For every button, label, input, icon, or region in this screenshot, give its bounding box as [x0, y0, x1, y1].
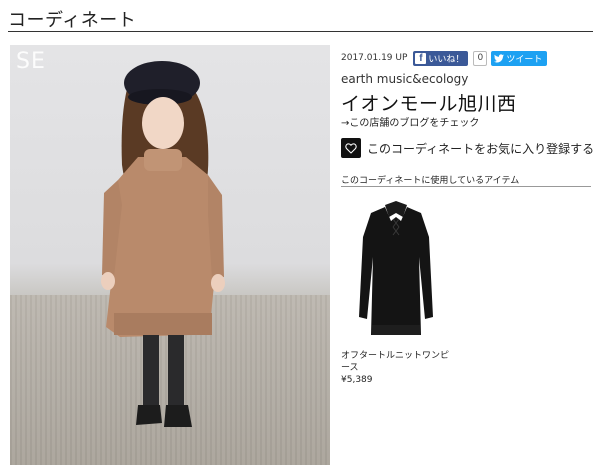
items-divider: [341, 186, 591, 187]
brand-name[interactable]: earth music&ecology: [341, 72, 468, 86]
favorite-label[interactable]: このコーディネートをお気に入り登録する: [367, 140, 594, 157]
item-card[interactable]: オフタートルニットワンピース ¥5,389: [341, 197, 451, 386]
title-divider: [8, 31, 593, 32]
facebook-icon: f: [415, 52, 427, 64]
favorite-button[interactable]: [341, 138, 361, 158]
post-meta-row: 2017.01.19 UP f いいね！ 0 ツイート: [341, 50, 548, 66]
facebook-like-button[interactable]: f いいね！: [413, 50, 469, 66]
item-image[interactable]: [341, 197, 451, 342]
items-heading: このコーディネートに使用しているアイテム: [341, 176, 520, 186]
twitter-bird-icon: [494, 53, 505, 62]
coordinate-photo[interactable]: SE: [10, 45, 330, 465]
knit-dress-image: [359, 201, 433, 335]
tweet-label: ツイート: [506, 54, 543, 65]
photo-watermark: SE: [16, 49, 46, 74]
shop-name[interactable]: イオンモール旭川西: [341, 89, 517, 116]
facebook-like-count: 0: [473, 50, 488, 66]
model-illustration: [101, 61, 225, 427]
page-title: コーディネート: [8, 10, 137, 31]
heart-icon: [345, 142, 357, 154]
item-name[interactable]: オフタートルニットワンピース: [341, 350, 451, 374]
tweet-button[interactable]: ツイート: [491, 50, 548, 66]
post-date: 2017.01.19 UP: [341, 53, 408, 63]
favorite-row[interactable]: このコーディネートをお気に入り登録する: [341, 138, 594, 158]
item-price: ¥5,389: [341, 375, 373, 385]
facebook-like-label: いいね！: [428, 54, 465, 65]
shop-blog-link[interactable]: →この店舗のブログをチェック: [341, 114, 479, 129]
